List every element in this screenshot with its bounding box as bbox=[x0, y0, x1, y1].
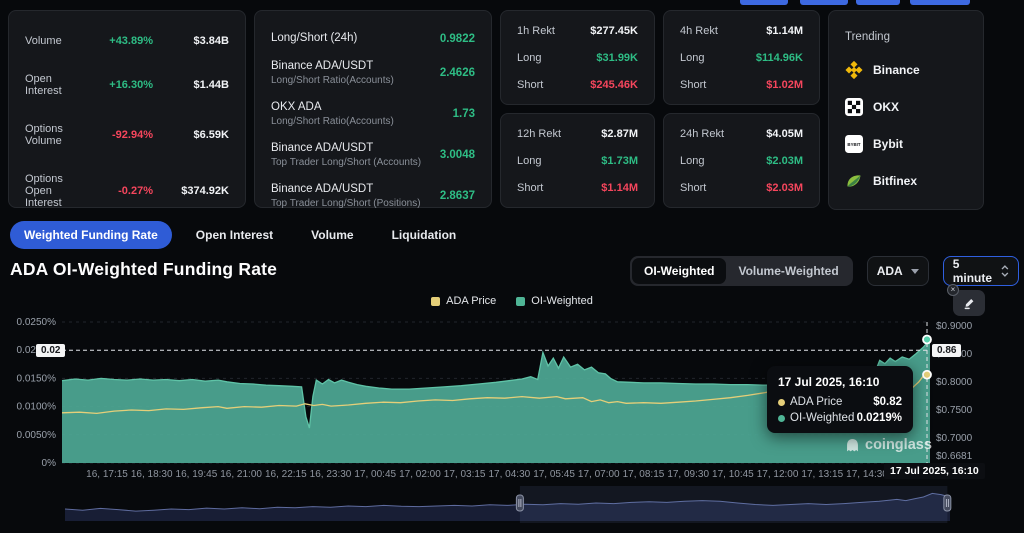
x-axis-tick: 17, 00:45 bbox=[354, 469, 396, 480]
y-axis-left-tick: 0.0150% bbox=[17, 373, 57, 384]
x-axis-tick: 17, 08:15 bbox=[623, 469, 665, 480]
x-axis-tick: 16, 18:30 bbox=[131, 469, 173, 480]
series-end-dot-ada-price bbox=[923, 371, 931, 379]
tooltip-series-value: 0.0219% bbox=[857, 412, 902, 424]
x-axis-tick: 17, 13:15 bbox=[801, 469, 843, 480]
x-axis-tick: 16, 21:00 bbox=[220, 469, 262, 480]
x-axis-tick: 16, 19:45 bbox=[176, 469, 218, 480]
x-axis-tick: 17, 14:30 bbox=[846, 469, 888, 480]
x-axis-tick: 16, 17:15 bbox=[86, 469, 128, 480]
x-axis-tick: 17, 04:30 bbox=[488, 469, 530, 480]
watermark-text: coinglass bbox=[865, 437, 932, 453]
series-end-dot-oi-weighted bbox=[923, 335, 931, 343]
navigator-handle-right[interactable] bbox=[944, 495, 951, 511]
funding-rate-chart[interactable]: 0%0.0050%0.0100%0.0150%0.0200%0.0250%$0.… bbox=[0, 0, 1024, 533]
y-axis-right-tick: $0.8000 bbox=[936, 377, 973, 388]
tooltip-series-dot bbox=[778, 415, 785, 422]
tooltip-series-dot bbox=[778, 399, 785, 406]
x-axis-tick: 16, 23:30 bbox=[310, 469, 352, 480]
y-axis-right-tick: $0.7500 bbox=[936, 405, 973, 416]
x-axis-tick: 17, 02:00 bbox=[399, 469, 441, 480]
tooltip-row-ada-price: ADA Price $0.82 bbox=[778, 396, 902, 408]
y-axis-right-tick: $0.9000 bbox=[936, 321, 973, 332]
coinglass-logo-icon bbox=[845, 438, 860, 453]
y-axis-left-tick: 0.0100% bbox=[17, 402, 57, 413]
x-axis-tick: 17, 09:30 bbox=[667, 469, 709, 480]
y-axis-right-tick: $0.7000 bbox=[936, 433, 973, 444]
x-axis-tick: 17, 03:15 bbox=[444, 469, 486, 480]
navigator-handle-left[interactable] bbox=[516, 495, 523, 511]
x-axis-tick: 17, 07:00 bbox=[578, 469, 620, 480]
tooltip-title: 17 Jul 2025, 16:10 bbox=[778, 375, 902, 389]
watermark: coinglass bbox=[845, 437, 932, 453]
y-axis-left-tick: 0% bbox=[42, 458, 57, 469]
crosshair-left-value: 0.02 bbox=[36, 344, 65, 357]
tooltip-row-oi-weighted: OI-Weighted0.0219% bbox=[778, 412, 902, 424]
y-axis-left-tick: 0.0050% bbox=[17, 430, 57, 441]
crosshair-right-value: 0.86 bbox=[932, 344, 961, 357]
x-axis-tick: 17, 12:00 bbox=[757, 469, 799, 480]
y-axis-right-tick: $0.6681 bbox=[936, 451, 973, 462]
y-axis-left-tick: 0.0250% bbox=[17, 317, 57, 328]
crosshair-date-label: 17 Jul 2025, 16:10 bbox=[884, 463, 985, 479]
x-axis-tick: 16, 22:15 bbox=[265, 469, 307, 480]
tooltip-series-label: ADA Price bbox=[790, 396, 842, 408]
chart-tooltip: 17 Jul 2025, 16:10 ADA Price $0.82 OI-Weig… bbox=[767, 366, 913, 433]
dashboard: Volume+43.89%$3.84BOpen Interest+16.30%$… bbox=[0, 0, 1024, 533]
tooltip-series-label: OI-Weighted bbox=[790, 412, 854, 424]
x-axis-tick: 17, 10:45 bbox=[712, 469, 754, 480]
x-axis-tick: 17, 05:45 bbox=[533, 469, 575, 480]
navigator-selection[interactable] bbox=[520, 486, 947, 523]
tooltip-series-value: $0.82 bbox=[873, 396, 902, 408]
